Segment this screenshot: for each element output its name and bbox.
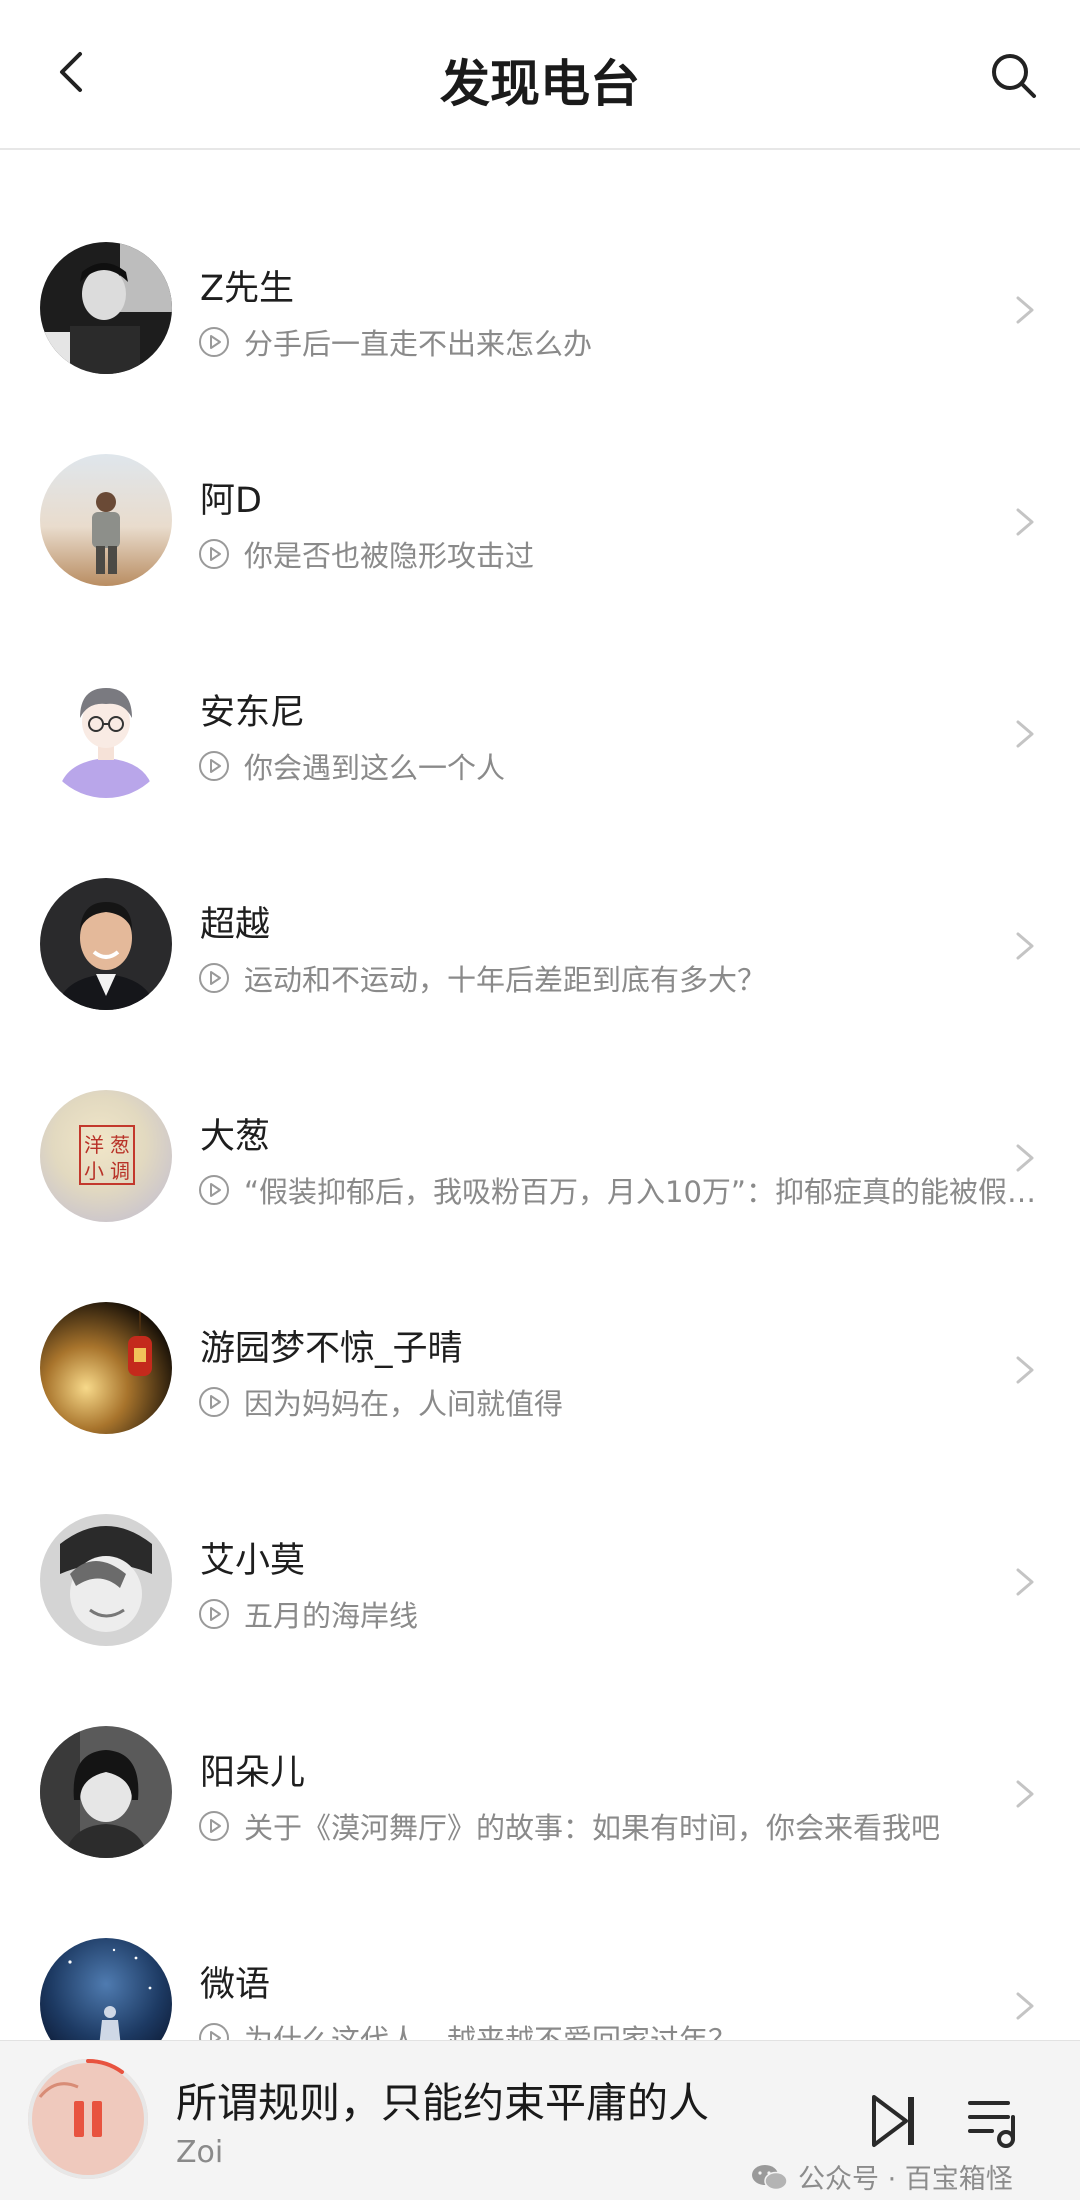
pause-icon[interactable]	[66, 2097, 110, 2141]
episode-row: 运动和不运动，十年后差距到底有多大？	[198, 956, 1038, 1000]
search-button[interactable]	[982, 44, 1046, 108]
station-name: 阿D	[200, 481, 262, 521]
now-playing-title: 所谓规则，只能约束平庸的人	[176, 2079, 709, 2127]
seal-char: 洋	[84, 1133, 104, 1157]
avatar	[40, 1514, 172, 1646]
station-item[interactable]: Z先生 分手后一直走不出来怎么办	[0, 220, 1080, 400]
seal-char: 葱	[110, 1133, 130, 1157]
station-item[interactable]: 阿D 你是否也被隐形攻击过	[0, 432, 1080, 612]
station-item[interactable]: 安东尼 你会遇到这么一个人	[0, 644, 1080, 824]
now-playing-artist: Zoi	[176, 2135, 224, 2170]
chevron-right-icon	[1016, 1780, 1034, 1808]
episode-title: 分手后一直走不出来怎么办	[244, 327, 593, 361]
episode-row: 关于《漠河舞厅》的故事：如果有时间，你会来看我吧	[198, 1804, 1038, 1848]
episode-title: “假装抑郁后，我吸粉百万，月入10万”：抑郁症真的能被假装吗	[244, 1175, 1038, 1209]
station-item[interactable]: 洋 葱 小 调 大葱 “假装抑郁后，我吸粉百万，月入10万”：抑郁症真的能被假装…	[0, 1068, 1080, 1248]
station-name: 大葱	[200, 1117, 271, 1157]
avatar	[40, 242, 172, 374]
search-icon	[992, 54, 1036, 98]
play-circle-icon	[199, 1811, 229, 1841]
episode-title: 你会遇到这么一个人	[244, 751, 506, 785]
episode-row: 分手后一直走不出来怎么办	[198, 320, 1038, 364]
chevron-right-icon	[1016, 1568, 1034, 1596]
avatar	[40, 666, 172, 798]
episode-title: 关于《漠河舞厅》的故事：如果有时间，你会来看我吧	[244, 1811, 941, 1845]
station-item[interactable]: 超越 运动和不运动，十年后差距到底有多大？	[0, 856, 1080, 1036]
episode-row: 你会遇到这么一个人	[198, 744, 1038, 788]
episode-row: 因为妈妈在，人间就值得	[198, 1380, 1038, 1424]
episode-row: 你是否也被隐形攻击过	[198, 532, 1038, 576]
play-circle-icon	[199, 963, 229, 993]
episode-title: 你是否也被隐形攻击过	[244, 539, 535, 573]
station-name: 阳朵儿	[200, 1753, 306, 1793]
skip-next-icon[interactable]	[870, 2093, 918, 2149]
station-item[interactable]: 游园梦不惊_子晴 因为妈妈在，人间就值得	[0, 1280, 1080, 1460]
seal-char: 调	[110, 1159, 130, 1183]
watermark-text: 公众号 · 百宝箱怪	[798, 2164, 1013, 2195]
station-name: Z先生	[200, 269, 294, 309]
play-circle-icon	[199, 1175, 229, 1205]
avatar	[40, 1726, 172, 1858]
episode-title: 五月的海岸线	[244, 1599, 419, 1633]
chevron-right-icon	[1016, 1144, 1034, 1172]
top-bar: 发现电台	[0, 0, 1080, 150]
station-name: 游园梦不惊_子晴	[200, 1329, 463, 1369]
chevron-right-icon	[1016, 296, 1034, 324]
page-title: 发现电台	[440, 55, 640, 113]
avatar	[40, 878, 172, 1010]
station-name: 艾小莫	[200, 1541, 306, 1581]
play-circle-icon	[199, 1387, 229, 1417]
episode-title: 因为妈妈在，人间就值得	[244, 1387, 564, 1421]
chevron-right-icon	[1016, 932, 1034, 960]
avatar	[40, 1302, 172, 1434]
chevron-right-icon	[1016, 508, 1034, 536]
play-circle-icon	[199, 539, 229, 569]
playlist-icon[interactable]	[966, 2093, 1026, 2153]
watermark: 公众号 · 百宝箱怪	[750, 2157, 1013, 2196]
station-name: 安东尼	[200, 693, 306, 733]
episode-row: 五月的海岸线	[198, 1592, 1038, 1636]
station-item[interactable]: 阳朵儿 关于《漠河舞厅》的故事：如果有时间，你会来看我吧	[0, 1704, 1080, 1884]
episode-title: 运动和不运动，十年后差距到底有多大？	[244, 963, 767, 997]
station-name: 超越	[200, 905, 271, 945]
chevron-right-icon	[1016, 1356, 1034, 1384]
seal-char: 小	[84, 1159, 104, 1183]
wechat-icon	[752, 2164, 788, 2190]
play-circle-icon	[199, 751, 229, 781]
station-name: 微语	[200, 1965, 271, 2005]
station-item[interactable]: 艾小莫 五月的海岸线	[0, 1492, 1080, 1672]
avatar	[40, 454, 172, 586]
play-circle-icon	[199, 327, 229, 357]
avatar: 洋 葱 小 调	[40, 1090, 172, 1222]
episode-row: “假装抑郁后，我吸粉百万，月入10万”：抑郁症真的能被假装吗	[198, 1168, 1038, 1212]
mini-player[interactable]: 所谓规则，只能约束平庸的人 Zoi 公众号 · 百宝箱怪	[0, 2040, 1080, 2200]
chevron-right-icon	[1016, 1992, 1034, 2020]
chevron-right-icon	[1016, 720, 1034, 748]
play-circle-icon	[199, 1599, 229, 1629]
